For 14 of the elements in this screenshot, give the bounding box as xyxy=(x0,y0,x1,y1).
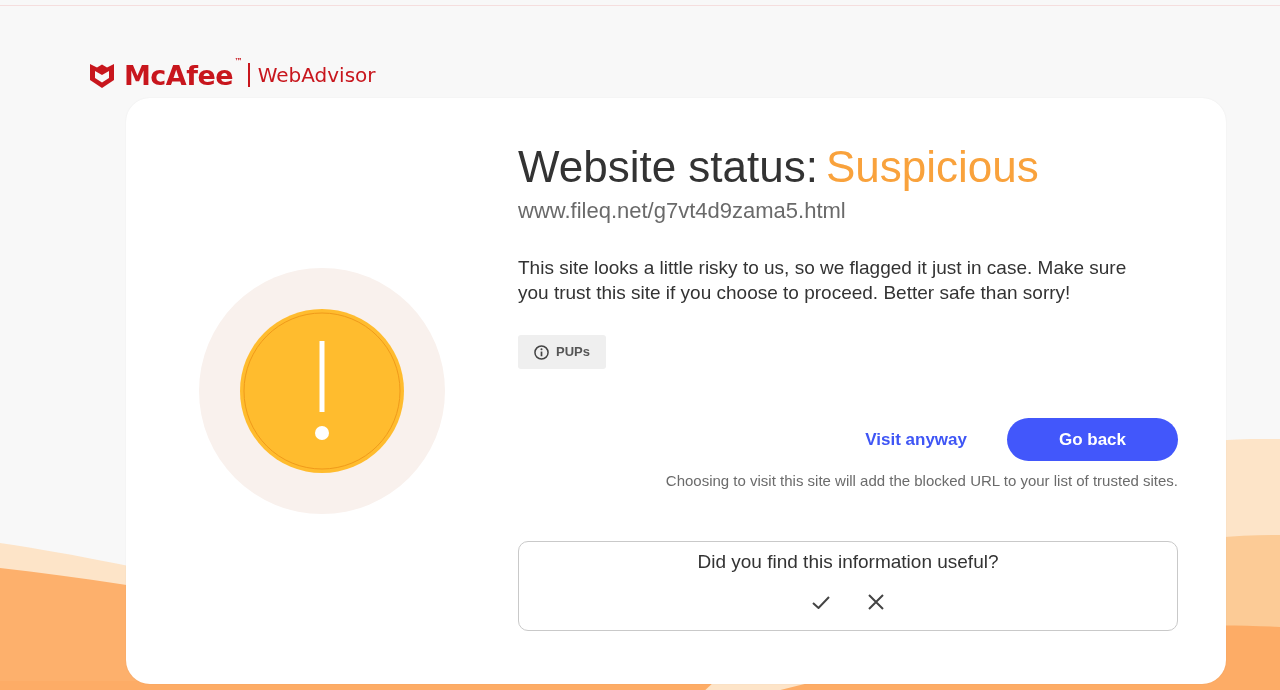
trust-note: Choosing to visit this site will add the blocked URL to your list of trusted sites. xyxy=(664,471,1178,491)
back-button[interactable]: Go back xyxy=(1007,418,1178,461)
visit-link[interactable]: Visit anyway xyxy=(865,426,967,453)
status-heading: Website status: xyxy=(518,141,818,193)
shield-logo-icon xyxy=(88,61,116,89)
info-icon xyxy=(534,344,549,360)
risk-description: This site looks a little risky to us, so we flagged it just in case. Make sure you trust this site if you choose to proceed. Better safe than sorry! xyxy=(518,256,1128,305)
status-value: Suspicious xyxy=(826,141,1039,193)
site-url: www.fileq.net/g7vt4d9zama5.html xyxy=(518,197,847,225)
check-icon[interactable] xyxy=(812,595,830,609)
tag-label: PUPs xyxy=(556,343,590,362)
product-name: WebAdvisor xyxy=(257,65,376,85)
feedback-question: Did you find this information useful? xyxy=(697,550,999,574)
close-icon[interactable] xyxy=(868,594,884,610)
